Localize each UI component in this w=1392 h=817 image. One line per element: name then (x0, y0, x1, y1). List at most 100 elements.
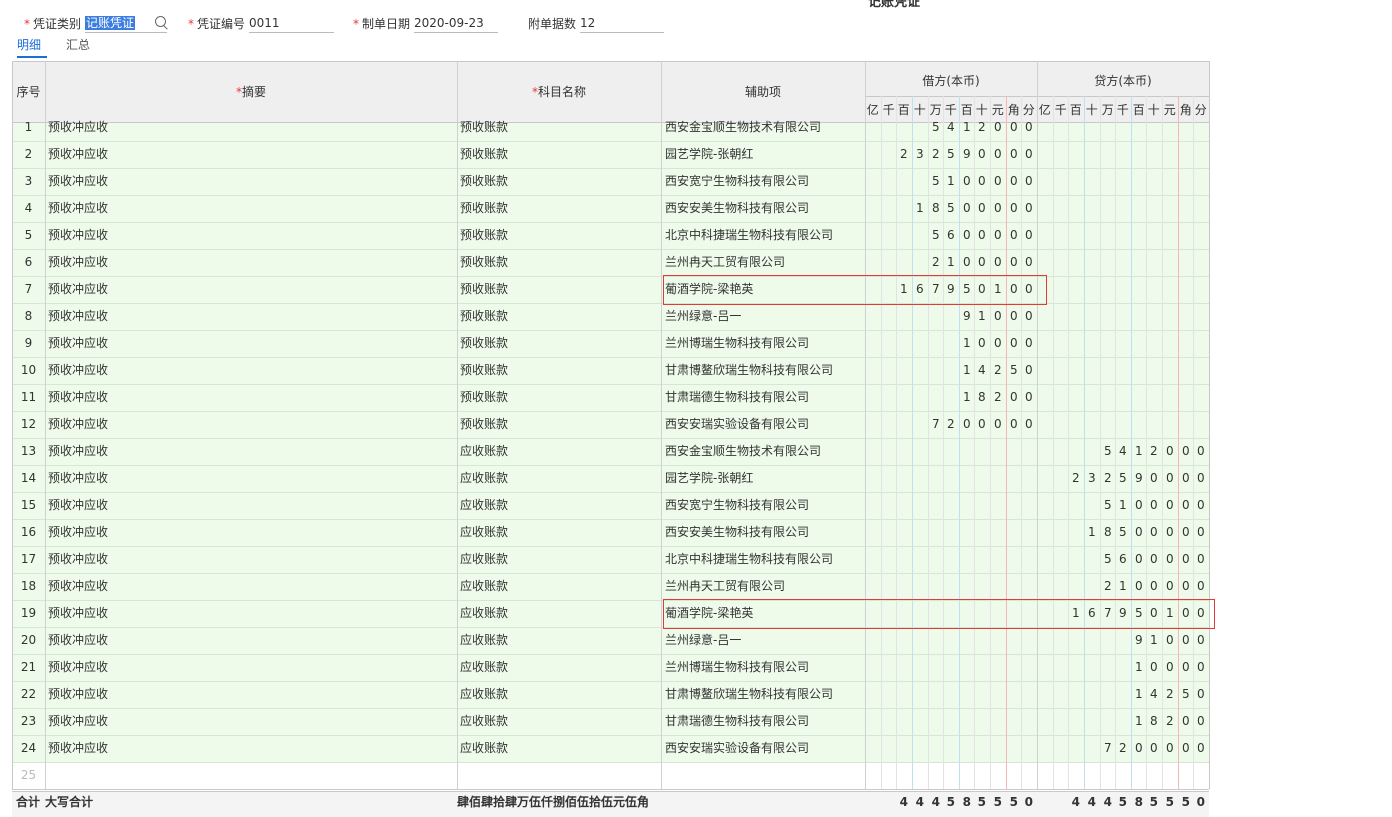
credit-total-digit: 0 (1196, 795, 1205, 809)
total-label: 合计 (16, 795, 41, 809)
row-aux: 西安宽宁生物科技有限公司 (665, 174, 810, 188)
row-summary: 预收冲应收 (48, 228, 109, 242)
credit-digit: 0 (1181, 444, 1190, 458)
debit-digit: 1 (946, 255, 955, 269)
credit-digit: 0 (1196, 687, 1205, 701)
row-seq: 10 (20, 363, 37, 377)
debit-digit: 0 (1009, 417, 1018, 431)
debit-digit: 0 (977, 147, 986, 161)
credit-unit-header: 元 (1163, 103, 1176, 117)
row-account: 应收账款 (460, 633, 509, 647)
credit-total-digit: 5 (1149, 795, 1158, 809)
debit-digit: 2 (977, 120, 986, 134)
credit-digit: 3 (1087, 471, 1096, 485)
credit-digit: 0 (1196, 444, 1205, 458)
debit-digit: 8 (977, 390, 986, 404)
row-aux: 兰州冉天工贸有限公司 (665, 255, 786, 269)
row-summary: 预收冲应收 (48, 714, 109, 728)
row-seq: 13 (20, 444, 37, 458)
debit-digit: 1 (977, 309, 986, 323)
row-aux: 西安安美生物科技有限公司 (665, 525, 810, 539)
credit-total-digit: 8 (1134, 795, 1143, 809)
credit-total-digit: 5 (1165, 795, 1174, 809)
debit-digit: 0 (962, 174, 971, 188)
debit-digit: 0 (962, 255, 971, 269)
row-account: 预收账款 (460, 363, 509, 377)
header-debit: 借方(本币) (922, 74, 980, 88)
header-summary: *摘要 (235, 85, 266, 99)
credit-unit-header: 亿 (1038, 103, 1051, 117)
row-account: 应收账款 (460, 606, 509, 620)
credit-digit: 5 (1181, 687, 1190, 701)
row-summary: 预收冲应收 (48, 174, 109, 188)
row-summary: 预收冲应收 (48, 471, 109, 485)
row-account: 预收账款 (460, 120, 509, 134)
credit-digit: 6 (1118, 552, 1127, 566)
row-summary: 预收冲应收 (48, 255, 109, 269)
credit-digit: 0 (1181, 660, 1190, 674)
credit-digit: 0 (1196, 660, 1205, 674)
credit-total-digit: 5 (1181, 795, 1190, 809)
row-aux: 西安安美生物科技有限公司 (665, 201, 810, 215)
debit-total-digit: 5 (993, 795, 1002, 809)
row-summary: 预收冲应收 (48, 579, 109, 593)
row-account: 预收账款 (460, 417, 509, 431)
row-aux: 西安金宝顺生物技术有限公司 (665, 120, 822, 134)
debit-digit: 0 (1024, 120, 1033, 134)
empty-row-background (12, 762, 1209, 789)
header-account: *科目名称 (531, 85, 586, 99)
row-aux: 西安金宝顺生物技术有限公司 (665, 444, 822, 458)
row-aux: 葡酒学院-梁艳英 (665, 606, 754, 620)
row-aux: 甘肃博鳌欣瑞生物科技有限公司 (665, 363, 834, 377)
row-aux: 西安安瑞实验设备有限公司 (665, 741, 810, 755)
credit-digit: 2 (1165, 687, 1174, 701)
credit-digit: 1 (1149, 633, 1158, 647)
credit-digit: 0 (1196, 525, 1205, 539)
credit-unit-header: 十 (1147, 103, 1160, 117)
credit-digit: 0 (1165, 525, 1174, 539)
row-summary: 预收冲应收 (48, 498, 109, 512)
credit-digit: 9 (1134, 633, 1143, 647)
credit-digit: 7 (1103, 606, 1112, 620)
debit-digit: 1 (962, 363, 971, 377)
row-account: 预收账款 (460, 174, 509, 188)
credit-digit: 5 (1103, 498, 1112, 512)
row-aux: 甘肃瑞德生物科技有限公司 (665, 390, 810, 404)
credit-digit: 0 (1165, 444, 1174, 458)
row-aux: 兰州博瑞生物科技有限公司 (665, 660, 810, 674)
debit-digit: 0 (1009, 336, 1018, 350)
credit-digit: 4 (1149, 687, 1158, 701)
row-seq: 3 (24, 174, 33, 188)
row-seq: 2 (24, 147, 33, 161)
row-aux: 甘肃博鳌欣瑞生物科技有限公司 (665, 687, 834, 701)
credit-unit-header: 百 (1132, 103, 1145, 117)
row-account: 预收账款 (460, 282, 509, 296)
row-account: 应收账款 (460, 579, 509, 593)
debit-digit: 0 (1024, 336, 1033, 350)
row-summary: 预收冲应收 (48, 660, 109, 674)
credit-unit-header: 百 (1069, 103, 1082, 117)
debit-digit: 0 (962, 228, 971, 242)
debit-total-digit: 5 (977, 795, 986, 809)
debit-digit: 1 (962, 336, 971, 350)
debit-digit: 0 (993, 417, 1002, 431)
debit-digit: 0 (993, 255, 1002, 269)
debit-digit: 2 (993, 390, 1002, 404)
debit-digit: 4 (946, 120, 955, 134)
row-summary: 预收冲应收 (48, 606, 109, 620)
row-account: 应收账款 (460, 660, 509, 674)
debit-digit: 5 (931, 174, 940, 188)
credit-digit: 5 (1103, 444, 1112, 458)
credit-digit: 0 (1165, 579, 1174, 593)
row-seq: 16 (20, 525, 37, 539)
row-account: 预收账款 (460, 201, 509, 215)
row-seq: 22 (20, 687, 37, 701)
credit-digit: 0 (1181, 606, 1190, 620)
row-account: 应收账款 (460, 498, 509, 512)
credit-unit-header: 千 (1054, 103, 1067, 117)
credit-digit: 9 (1118, 606, 1127, 620)
credit-digit: 0 (1149, 471, 1158, 485)
debit-digit: 0 (1024, 417, 1033, 431)
row-aux: 葡酒学院-梁艳英 (665, 282, 754, 296)
credit-digit: 0 (1149, 741, 1158, 755)
